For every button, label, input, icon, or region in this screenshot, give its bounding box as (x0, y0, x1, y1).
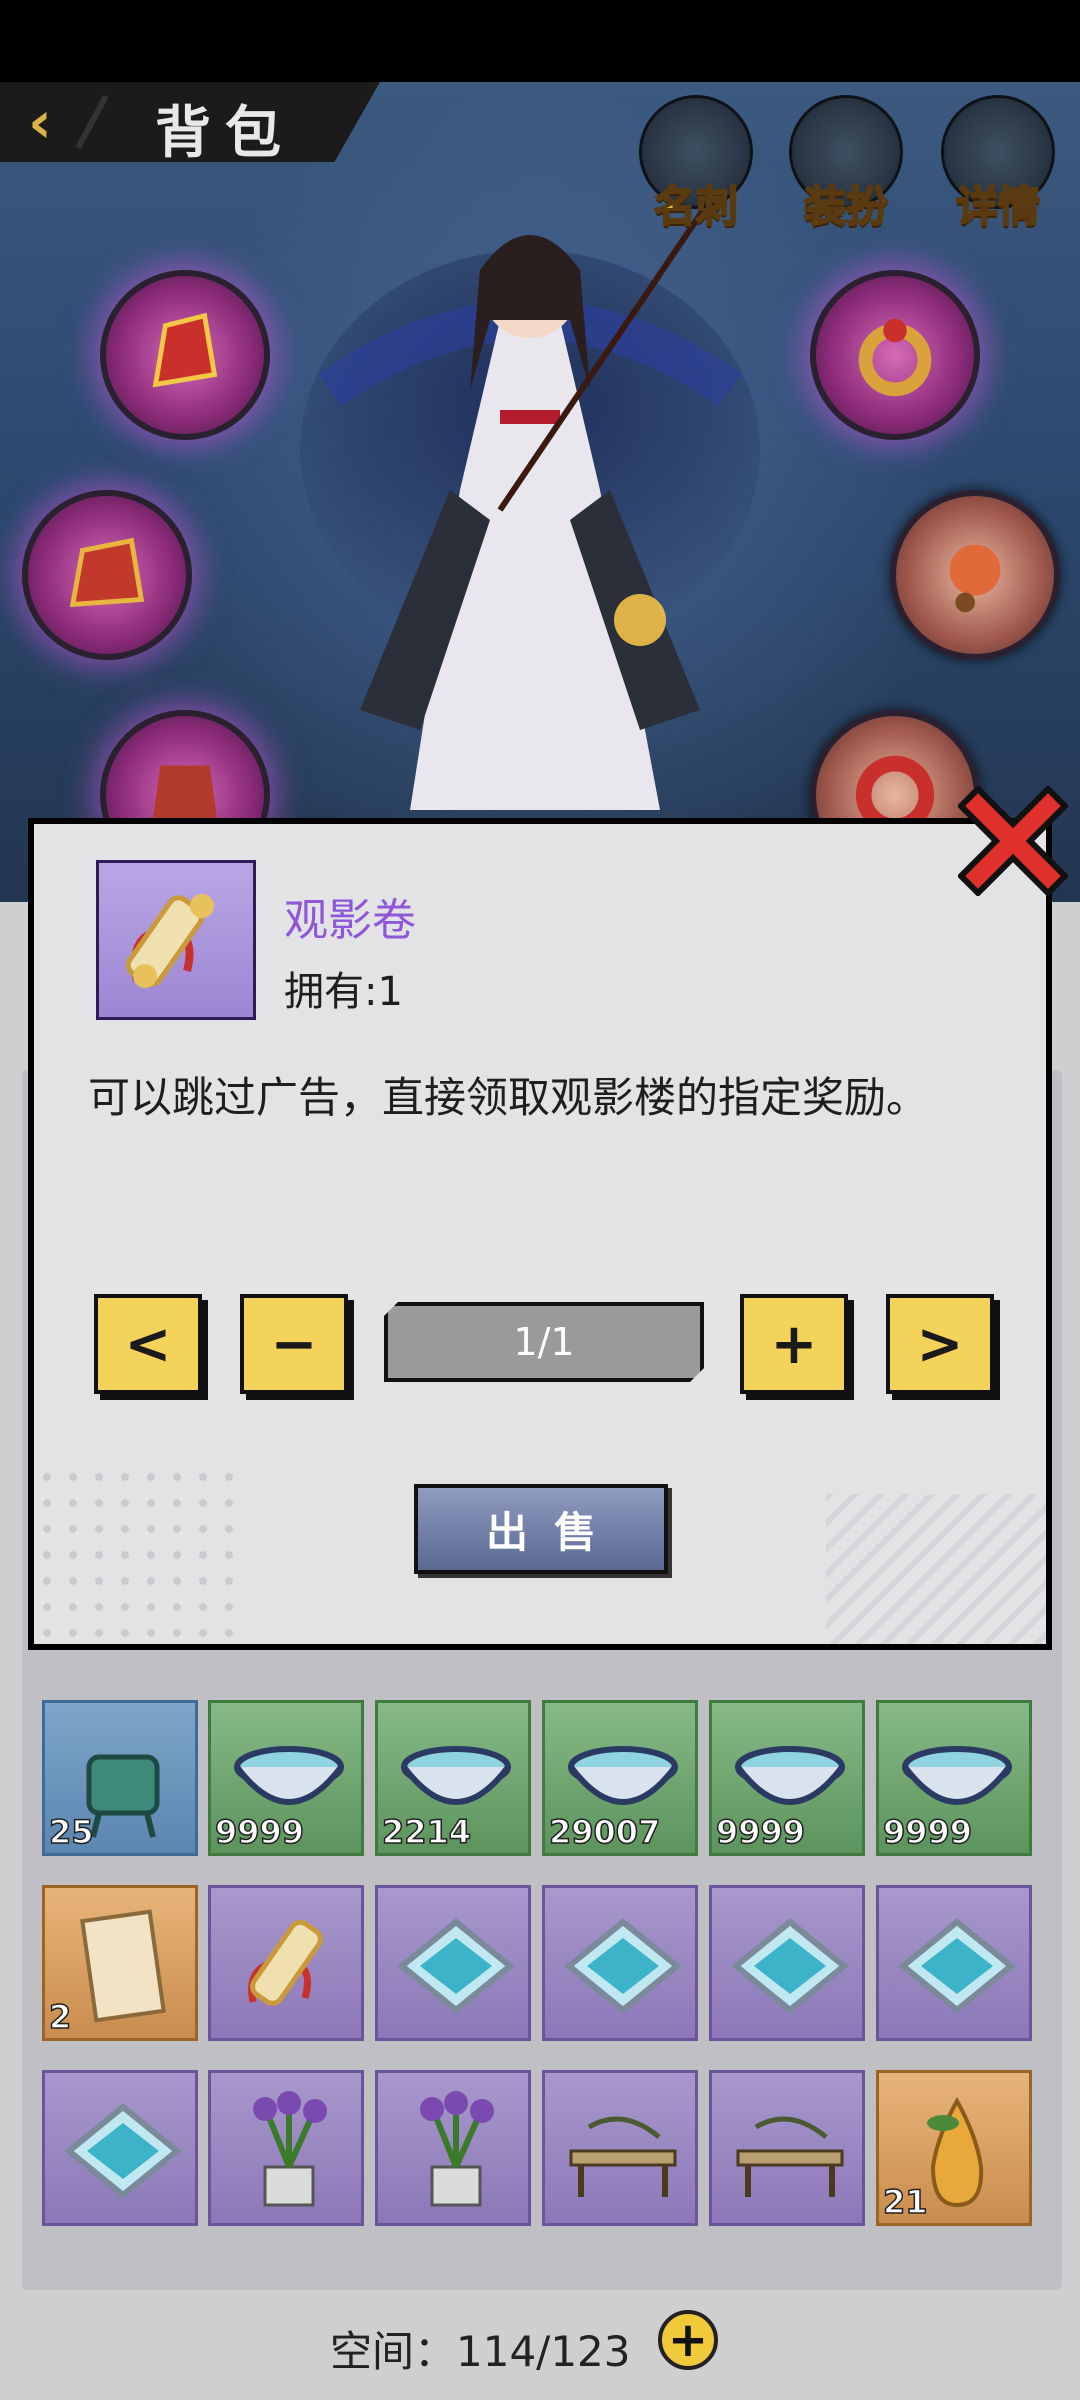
divider (75, 94, 109, 150)
costume-button[interactable]: 装扮 (786, 95, 906, 232)
equip-slot-hat[interactable] (22, 490, 192, 660)
item-count: 2 (48, 1997, 72, 2037)
inventory-item-pool[interactable] (42, 2070, 198, 2226)
dialog-pattern (34, 1464, 234, 1644)
inventory-item-flower[interactable] (375, 2070, 531, 2226)
chevron-right-icon: > (916, 1311, 964, 1377)
inventory-item-pool[interactable] (709, 1885, 865, 2041)
item-count: 9999 (715, 1812, 806, 1852)
details-button-label: 详情 (955, 181, 1041, 232)
minus-icon: − (270, 1311, 318, 1377)
quantity-increase-button[interactable]: + (740, 1294, 848, 1394)
back-button[interactable]: ‹ (10, 88, 70, 156)
item-icon-frame (96, 860, 256, 1020)
item-owned-count: 拥有:1 (284, 969, 403, 1015)
quantity-value: 1/1 (513, 1320, 575, 1364)
inventory-item-bowl[interactable]: 9999 (208, 1700, 364, 1856)
pool-icon (64, 2103, 182, 2199)
inventory-item-letter[interactable]: 2 (42, 1885, 198, 2041)
inventory-item-scroll[interactable] (208, 1885, 364, 2041)
inventory-item-bowl[interactable]: 2214 (375, 1700, 531, 1856)
plus-icon: + (770, 1311, 818, 1377)
quantity-min-button[interactable]: < (94, 1294, 202, 1394)
item-name: 观影卷 (284, 895, 416, 946)
table-icon (736, 2116, 844, 2197)
costume-button-label: 装扮 (803, 181, 889, 232)
card-button[interactable]: 名刺 (636, 95, 756, 232)
item-count: 29007 (548, 1812, 661, 1852)
inventory-item-bowl[interactable]: 9999 (876, 1700, 1032, 1856)
inventory-item-pool[interactable] (542, 1885, 698, 2041)
inventory-item-cauldron[interactable]: 25 (42, 1700, 198, 1856)
quantity-max-button[interactable]: > (886, 1294, 994, 1394)
details-button[interactable]: 详情 (938, 95, 1058, 232)
item-description: 可以跳过广告，直接领取观影楼的指定奖励。 (88, 1073, 929, 1122)
inventory-item-bowl[interactable]: 29007 (542, 1700, 698, 1856)
equip-slot-ring[interactable] (810, 270, 980, 440)
status-bar (0, 0, 1080, 82)
close-icon[interactable] (958, 786, 1068, 896)
helmet-icon (152, 312, 218, 388)
quantity-decrease-button[interactable]: − (240, 1294, 348, 1394)
item-count: 2214 (381, 1812, 472, 1852)
item-count: 9999 (214, 1812, 305, 1852)
flower-icon (253, 2091, 327, 2207)
sell-button[interactable]: 出售 (414, 1484, 668, 1574)
ring-icon (858, 318, 932, 397)
card-button-label: 名刺 (653, 181, 739, 232)
inventory-item-bowl[interactable]: 9999 (709, 1700, 865, 1856)
item-count: 9999 (882, 1812, 973, 1852)
inventory-item-pool[interactable] (375, 1885, 531, 2041)
pool-icon (564, 1918, 682, 2014)
item-count: 21 (882, 2182, 928, 2222)
inventory-item-flower[interactable] (208, 2070, 364, 2226)
inventory-item-pool[interactable] (876, 1885, 1032, 2041)
pool-icon (898, 1918, 1016, 2014)
page-title: 背包 (155, 100, 295, 166)
hat-icon (69, 537, 145, 608)
space-label: 空间：114/123 (330, 2327, 631, 2376)
expand-space-button[interactable]: + (658, 2310, 718, 2370)
equip-slot-weapon[interactable] (100, 270, 270, 440)
item-count: 25 (48, 1812, 94, 1852)
flower-charm-icon (949, 544, 1001, 613)
letter-icon (80, 1909, 166, 2023)
table-icon (569, 2116, 677, 2197)
scroll-icon (248, 1919, 323, 2006)
chevron-left-icon: < (124, 1311, 172, 1377)
flower-icon (420, 2091, 494, 2207)
equip-slot-accessory[interactable] (890, 490, 1060, 660)
plus-icon: + (667, 2312, 709, 2368)
chevron-left-icon: ‹ (28, 88, 52, 156)
scroll-icon (125, 894, 214, 988)
pool-icon (397, 1918, 515, 2014)
inventory-item-table[interactable] (542, 2070, 698, 2226)
character-portrait (300, 198, 760, 810)
quantity-display: 1/1 (384, 1302, 704, 1382)
inventory-item-pear[interactable]: 21 (876, 2070, 1032, 2226)
item-detail-dialog: 观影卷 拥有:1 可以跳过广告，直接领取观影楼的指定奖励。 < − 1/1 + … (28, 818, 1052, 1650)
inventory-item-table[interactable] (709, 2070, 865, 2226)
pool-icon (731, 1918, 849, 2014)
sell-button-label: 出售 (485, 1507, 622, 1557)
dialog-stripes (826, 1494, 1046, 1644)
